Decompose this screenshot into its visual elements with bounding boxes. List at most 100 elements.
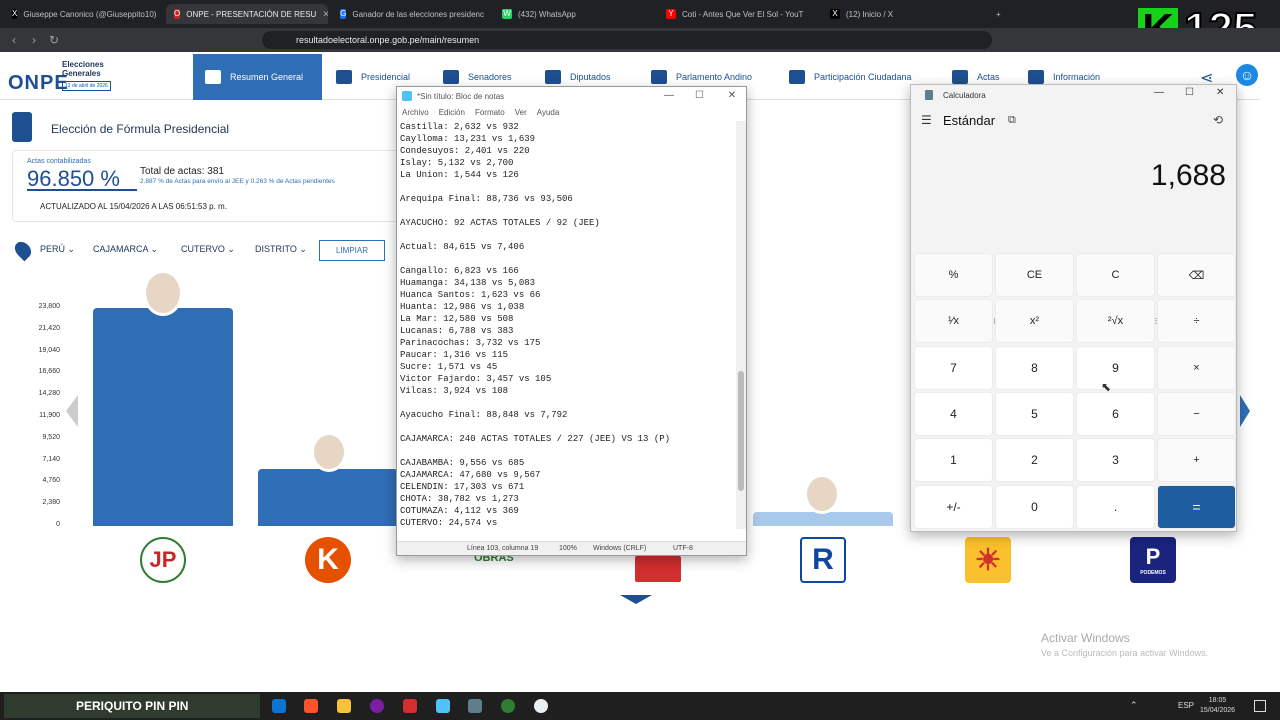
calc-key[interactable]: . bbox=[1076, 484, 1155, 529]
calc-key[interactable]: − bbox=[1157, 391, 1236, 436]
notepad-text-area[interactable]: Castilla: 2,632 vs 932 Caylloma: 13,231 v… bbox=[400, 121, 735, 529]
carousel-prev-icon[interactable] bbox=[66, 395, 78, 427]
carousel-next-icon[interactable] bbox=[1240, 395, 1250, 427]
vote-bar[interactable] bbox=[753, 512, 893, 526]
close-icon[interactable]: ✕ bbox=[728, 90, 736, 101]
party-logo-k[interactable]: K bbox=[305, 537, 351, 583]
onpe-logo[interactable]: ONPE bbox=[8, 62, 69, 95]
youtube-icon: Y bbox=[666, 9, 676, 19]
maximize-icon[interactable]: ☐ bbox=[695, 90, 704, 101]
scroll-thumb[interactable] bbox=[738, 371, 744, 491]
calc-key[interactable]: ¹⁄x bbox=[914, 299, 993, 344]
whatsapp-icon: W bbox=[502, 9, 512, 19]
tab-twitter-home[interactable]: X (12) Inicio / X bbox=[822, 4, 982, 24]
calc-key[interactable]: ⌫ bbox=[1157, 253, 1236, 297]
app-icon[interactable] bbox=[370, 699, 384, 713]
minimize-icon[interactable]: — bbox=[1154, 87, 1164, 98]
calc-key[interactable]: 6 bbox=[1076, 391, 1155, 436]
calc-key[interactable]: + bbox=[1157, 438, 1236, 483]
y-tick-label: 14,280 bbox=[38, 390, 60, 398]
party-logo-jp[interactable]: JP bbox=[140, 537, 186, 583]
notepad-line: COTUMAZA: 4,112 vs 369 bbox=[400, 506, 519, 516]
y-tick-label: 0 bbox=[56, 521, 60, 528]
address-bar[interactable]: resultadoelectoral.onpe.gob.pe/main/resu… bbox=[262, 31, 992, 49]
tab-onpe[interactable]: O ONPE - PRESENTACIÓN DE RESU ✕ bbox=[166, 4, 328, 24]
calc-key[interactable]: ²√x bbox=[1076, 299, 1155, 344]
calc-key[interactable]: 9 bbox=[1076, 345, 1155, 390]
menu-formato[interactable]: Formato bbox=[475, 108, 505, 117]
notepad-taskbar-icon[interactable] bbox=[436, 699, 450, 713]
filter-distrito[interactable]: DISTRITO ⌄ bbox=[255, 244, 307, 255]
calc-key[interactable]: % bbox=[914, 253, 993, 297]
close-icon[interactable]: ✕ bbox=[1216, 87, 1224, 98]
party-logo-sun[interactable]: ☀ bbox=[965, 537, 1011, 583]
new-tab-button[interactable]: + bbox=[988, 4, 1008, 24]
calc-key[interactable]: +/- bbox=[914, 484, 993, 529]
menu-archivo[interactable]: Archivo bbox=[402, 108, 429, 117]
notification-icon[interactable] bbox=[1254, 700, 1266, 712]
notepad-line: Cangallo: 6,823 vs 166 bbox=[400, 266, 519, 276]
calculator-taskbar-icon[interactable] bbox=[468, 699, 482, 713]
clock-time: 18:05 bbox=[1208, 697, 1227, 704]
menu-ver[interactable]: Ver bbox=[515, 108, 527, 117]
tab-youtube[interactable]: Y Coti - Antes Que Ver El Sol - YouT bbox=[658, 4, 818, 24]
accessibility-icon[interactable]: ☺ bbox=[1236, 64, 1258, 86]
tab-ganador[interactable]: G Ganador de las elecciones presidenc bbox=[332, 4, 492, 24]
app-icon[interactable] bbox=[272, 699, 286, 713]
calc-key[interactable]: 0 bbox=[995, 484, 1074, 529]
calculator-window: Calculadora — ☐ ✕ ☰ Estándar ⧉ ⟲ 1,688 M… bbox=[910, 84, 1237, 532]
menu-label: Presidencial bbox=[361, 72, 411, 82]
party-logo-r[interactable]: R bbox=[800, 537, 846, 583]
history-icon[interactable]: ⟲ bbox=[1213, 113, 1223, 127]
calc-key[interactable]: ÷ bbox=[1157, 299, 1236, 344]
notepad-scrollbar[interactable] bbox=[736, 121, 746, 529]
menu-ayuda[interactable]: Ayuda bbox=[537, 108, 560, 117]
brave-icon[interactable] bbox=[304, 699, 318, 713]
calc-key[interactable]: 2 bbox=[995, 438, 1074, 483]
vote-bar[interactable] bbox=[258, 469, 398, 526]
hamburger-menu-icon[interactable]: ☰ bbox=[921, 113, 932, 127]
language-indicator[interactable]: ESP bbox=[1178, 701, 1194, 710]
app-icon[interactable] bbox=[501, 699, 515, 713]
calc-key[interactable]: × bbox=[1157, 345, 1236, 390]
notepad-line: La Mar: 12,580 vs 508 bbox=[400, 314, 514, 324]
forward-icon[interactable]: › bbox=[24, 33, 44, 47]
notepad-line bbox=[400, 445, 735, 457]
filter-departamento[interactable]: CAJAMARCA ⌄ bbox=[93, 244, 158, 255]
calc-key[interactable]: 4 bbox=[914, 391, 993, 436]
menu-edicion[interactable]: Edición bbox=[439, 108, 465, 117]
back-icon[interactable]: ‹ bbox=[4, 33, 24, 47]
calc-key[interactable]: 5 bbox=[995, 391, 1074, 436]
chevron-up-icon[interactable]: ⌃ bbox=[1130, 700, 1138, 711]
menu-resumen-general[interactable]: Resumen General bbox=[193, 54, 322, 100]
calc-key[interactable]: CE bbox=[995, 253, 1074, 297]
filter-provincia[interactable]: CUTERVO ⌄ bbox=[181, 244, 235, 255]
close-icon[interactable]: ✕ bbox=[316, 9, 328, 20]
maximize-icon[interactable]: ☐ bbox=[1185, 87, 1194, 98]
filter-pais[interactable]: PERÚ ⌄ bbox=[40, 244, 75, 255]
calc-key[interactable]: 8 bbox=[995, 345, 1074, 390]
vote-bar[interactable] bbox=[93, 308, 233, 526]
calc-key[interactable]: 3 bbox=[1076, 438, 1155, 483]
tab-twitter-giuseppe[interactable]: X Giuseppe Canonico (@Giuseppito10) bbox=[4, 4, 164, 24]
clear-filters-button[interactable]: LIMPIAR bbox=[319, 240, 385, 261]
app-icon[interactable] bbox=[403, 699, 417, 713]
calc-key[interactable]: 7 bbox=[914, 345, 993, 390]
reload-icon[interactable]: ↻ bbox=[44, 33, 64, 47]
calc-key[interactable]: = bbox=[1157, 484, 1236, 529]
app-icon[interactable] bbox=[534, 699, 548, 713]
clock[interactable]: 18:05 15/04/2026 bbox=[1200, 696, 1235, 716]
folder-icon[interactable] bbox=[337, 699, 351, 713]
party-logo-podemos[interactable]: P PODEMOS bbox=[1130, 537, 1176, 583]
calc-key[interactable]: C bbox=[1076, 253, 1155, 297]
windows-activation-title: Activar Windows bbox=[1041, 631, 1130, 645]
scroll-down-icon[interactable] bbox=[620, 595, 652, 604]
tab-whatsapp[interactable]: W (432) WhatsApp bbox=[494, 4, 654, 24]
calc-key[interactable]: x² bbox=[995, 299, 1074, 344]
logo-date: 12 de abril de 2026 bbox=[62, 81, 111, 91]
calc-key[interactable]: 1 bbox=[914, 438, 993, 483]
menu-participacion[interactable]: Participación Ciudadana bbox=[789, 54, 912, 100]
party-logo-red[interactable] bbox=[635, 556, 681, 582]
minimize-icon[interactable]: — bbox=[664, 90, 674, 101]
keep-on-top-icon[interactable]: ⧉ bbox=[1008, 114, 1016, 127]
